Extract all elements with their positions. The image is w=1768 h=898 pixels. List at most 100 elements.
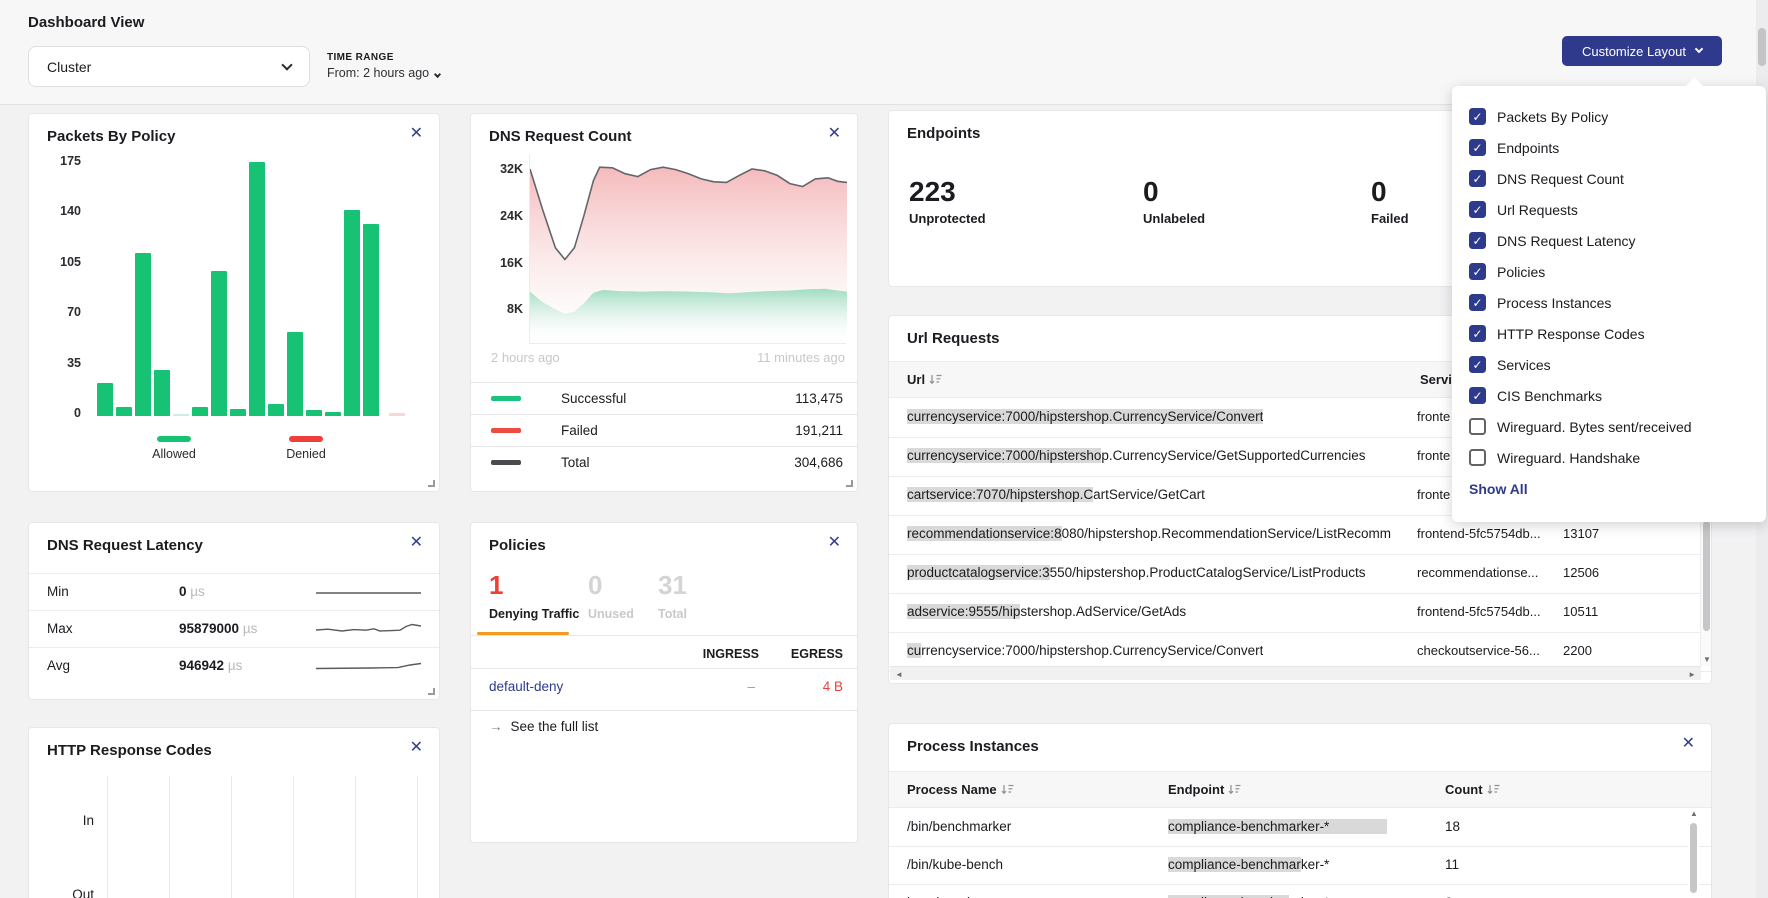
card-title: Packets By Policy — [47, 128, 175, 145]
policies-tab-total[interactable]: 31Total — [658, 571, 687, 621]
menu-item[interactable]: ✓Packets By Policy — [1469, 101, 1766, 132]
checkbox-checked-icon[interactable]: ✓ — [1469, 170, 1486, 187]
scroll-down-icon[interactable]: ▼ — [1703, 655, 1711, 664]
menu-item-label: Endpoints — [1497, 140, 1559, 156]
scroll-up-icon[interactable]: ▲ — [1690, 809, 1698, 818]
customize-layout-button[interactable]: Customize Layout — [1562, 36, 1722, 66]
close-icon[interactable]: ✕ — [828, 535, 841, 551]
menu-item[interactable]: ✓ Endpoints — [1469, 132, 1766, 163]
y-tick-label: 175 — [41, 154, 81, 168]
checkbox-unchecked-icon[interactable] — [1469, 449, 1486, 466]
menu-item[interactable]: ✓ DNS Request Latency — [1469, 225, 1766, 256]
bar-allowed — [249, 162, 265, 416]
bar-allowed — [211, 271, 227, 416]
menu-item[interactable]: ✓Url Requests — [1469, 194, 1766, 225]
row-label-out: Out — [44, 887, 94, 898]
dns-request-latency-card: DNS Request Latency ✕ Min0 µsMax95879000… — [28, 522, 440, 700]
bar-allowed — [344, 210, 360, 416]
gridline — [355, 776, 356, 898]
menu-item[interactable]: ✓DNS Request Count — [1469, 163, 1766, 194]
gridline — [293, 776, 294, 898]
dns-request-count-card: DNS Request Count ✕ 32K24K16K8K — [470, 113, 858, 492]
close-icon[interactable]: ✕ — [410, 126, 423, 142]
legend-label: Denied — [271, 447, 341, 461]
checkbox-checked-icon[interactable]: ✓ — [1469, 356, 1486, 373]
time-range-value[interactable]: From: 2 hours ago — [327, 66, 440, 80]
menu-item[interactable]: ✓HTTP Response Codes — [1469, 318, 1766, 349]
resize-handle[interactable] — [428, 688, 435, 695]
close-icon[interactable]: ✕ — [410, 740, 423, 756]
checkbox-checked-icon[interactable]: ✓ — [1469, 387, 1486, 404]
url-rest: 080/hipstershop.RecommendationService/Li… — [1062, 526, 1391, 541]
y-tick-label: 32K — [487, 162, 523, 176]
service-cell: recommendationse... — [1417, 565, 1553, 580]
checkbox-checked-icon[interactable]: ✓ — [1469, 108, 1486, 125]
scrollbar-thumb[interactable] — [1758, 28, 1766, 66]
url-cell: recommendationservice:8080/hipstershop.R… — [907, 526, 1391, 541]
vertical-scrollbar[interactable]: ▲ — [1688, 809, 1699, 898]
resize-handle[interactable] — [846, 480, 853, 487]
bar-allowed — [230, 409, 246, 416]
horizontal-scrollbar[interactable]: ◄ ► — [890, 666, 1701, 680]
column-header-url[interactable]: Url — [907, 372, 942, 387]
column-header-count[interactable]: Count — [1445, 782, 1500, 797]
chevron-down-icon — [1695, 45, 1703, 53]
menu-item[interactable]: ✓ Policies — [1469, 256, 1766, 287]
legend-row: Total304,686 — [471, 446, 857, 478]
http-response-codes-card: HTTP Response Codes ✕ In Out — [28, 727, 440, 898]
resize-handle[interactable] — [428, 480, 435, 487]
checkbox-checked-icon[interactable]: ✓ — [1469, 232, 1486, 249]
close-icon[interactable]: ✕ — [1682, 736, 1695, 752]
url-rest: p.CurrencyService/GetSupportedCurrencies — [1101, 448, 1365, 463]
policies-tab-denying-traffic[interactable]: 1Denying Traffic — [489, 571, 579, 621]
latency-row: Avg946942 µs — [29, 647, 439, 684]
menu-item[interactable]: Wireguard. Bytes sent/received — [1469, 411, 1766, 442]
column-header-endpoint[interactable]: Endpoint — [1168, 782, 1241, 797]
dashboard-page: Dashboard View Cluster TIME RANGE From: … — [0, 0, 1768, 898]
close-icon[interactable]: ✕ — [828, 126, 841, 142]
url-cell: productcatalogservice:3550/hipstershop.P… — [907, 565, 1366, 580]
latency-value: 0 µs — [179, 584, 205, 599]
policies-tab-unused[interactable]: 0Unused — [588, 571, 634, 621]
menu-item[interactable]: Wireguard. Handshake — [1469, 442, 1766, 473]
scrollbar-thumb[interactable] — [1690, 823, 1697, 893]
checkbox-checked-icon[interactable]: ✓ — [1469, 325, 1486, 342]
scrollbar-thumb[interactable] — [1703, 521, 1710, 631]
checkbox-checked-icon[interactable]: ✓ — [1469, 263, 1486, 280]
view-select[interactable]: Cluster — [28, 46, 310, 87]
legend-label: Total — [561, 455, 590, 470]
menu-item[interactable]: ✓ CIS Benchmarks — [1469, 380, 1766, 411]
menu-item-label: Wireguard. Handshake — [1497, 450, 1640, 466]
menu-item[interactable]: ✓Services — [1469, 349, 1766, 380]
policy-link[interactable]: default-deny — [489, 679, 563, 694]
y-tick-label: 105 — [41, 255, 81, 269]
close-icon[interactable]: ✕ — [410, 535, 423, 551]
menu-item-label: DNS Request Latency — [1497, 233, 1636, 249]
checkbox-checked-icon[interactable]: ✓ — [1469, 201, 1486, 218]
scroll-left-icon[interactable]: ◄ — [895, 670, 903, 679]
bar-allowed — [192, 407, 208, 416]
menu-item[interactable]: ✓Process Instances — [1469, 287, 1766, 318]
url-cell: adservice:9555/hipstershop.AdService/Get… — [907, 604, 1186, 619]
bar-allowed — [325, 412, 341, 416]
service-cell: frontend-5fc5754db... — [1417, 604, 1553, 619]
legend-swatch — [491, 396, 521, 401]
scroll-right-icon[interactable]: ► — [1688, 670, 1696, 679]
checkbox-checked-icon[interactable]: ✓ — [1469, 139, 1486, 156]
checkbox-unchecked-icon[interactable] — [1469, 418, 1486, 435]
column-header-process-name[interactable]: Process Name — [907, 782, 1014, 797]
legend-item: Allowed — [139, 436, 209, 461]
checkbox-checked-icon[interactable]: ✓ — [1469, 294, 1486, 311]
bar-chart — [97, 162, 405, 416]
menu-item-label: Policies — [1497, 264, 1545, 280]
show-all-link[interactable]: Show All — [1469, 481, 1528, 497]
url-rest: stershop.AdService/GetAds — [1020, 604, 1186, 619]
page-title: Dashboard View — [28, 14, 144, 31]
legend-label: Failed — [561, 423, 598, 438]
latency-unit: µs — [190, 584, 205, 599]
card-title: DNS Request Latency — [47, 537, 203, 554]
menu-item-label: CIS Benchmarks — [1497, 388, 1602, 404]
see-full-list-link[interactable]: →See the full list — [489, 719, 598, 734]
legend-label: Successful — [561, 391, 626, 406]
url-cell: currencyservice:7000/hipstershop.Currenc… — [907, 409, 1263, 424]
